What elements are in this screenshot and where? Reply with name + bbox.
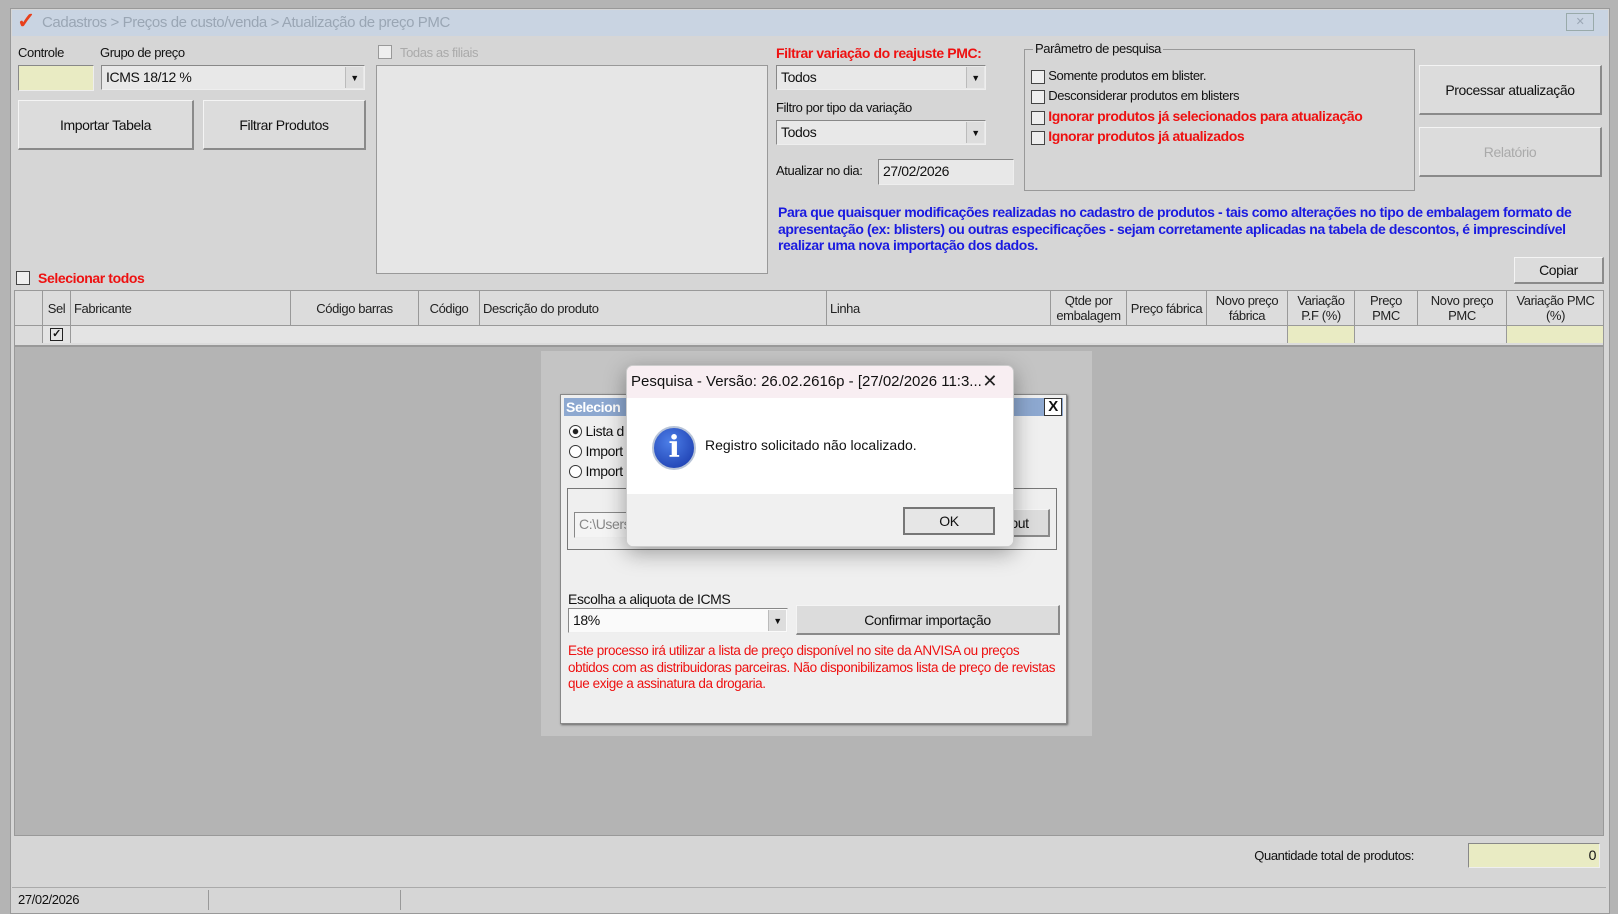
col-qtde[interactable]: Qtde por embalagem xyxy=(1051,291,1127,325)
atualizar-label: Atualizar no dia: xyxy=(776,163,863,178)
filtrar-produtos-button[interactable]: Filtrar Produtos xyxy=(203,100,366,150)
col-linha[interactable]: Linha xyxy=(827,291,1051,325)
col-codigo[interactable]: Código xyxy=(419,291,480,325)
checkbox[interactable] xyxy=(1031,130,1045,145)
icms-label: Escolha a aliquota de ICMS xyxy=(568,591,731,607)
atualizar-date-input[interactable]: 27/02/2026 xyxy=(878,159,1014,185)
chevron-down-icon: ▼ xyxy=(966,67,984,88)
radio-icon xyxy=(569,445,582,458)
radio-icon xyxy=(569,465,582,478)
divider xyxy=(208,890,209,910)
option-label: Ignorar produtos já selecionados para at… xyxy=(1048,108,1363,124)
option-label: Somente produtos em blister. xyxy=(1048,68,1207,83)
todas-filiais-label: Todas as filiais xyxy=(400,45,479,60)
row-header-cell xyxy=(15,325,43,343)
variacao-value: Todos xyxy=(781,69,817,85)
col-codigo-barras[interactable]: Código barras xyxy=(291,291,419,325)
radio-import-1[interactable]: Import xyxy=(569,443,623,459)
checkbox[interactable] xyxy=(1031,89,1045,104)
chevron-down-icon: ▼ xyxy=(345,67,363,88)
title-bar: ✓ Cadastros > Preços de custo/venda > At… xyxy=(12,8,1608,36)
variacao-label: Filtrar variação do reajuste PMC: xyxy=(776,45,982,61)
param-option-blister[interactable]: Somente produtos em blister. xyxy=(1031,68,1207,84)
cell-variacao-pf xyxy=(1288,325,1355,343)
filiais-list[interactable] xyxy=(376,65,768,274)
close-window-button[interactable]: ✕ xyxy=(1566,13,1594,31)
quantidade-label: Quantidade total de produtos: xyxy=(1254,848,1414,863)
radio-import-2[interactable]: Import xyxy=(569,463,623,479)
confirmar-importacao-button[interactable]: Confirmar importação xyxy=(796,605,1060,635)
col-sel[interactable]: Sel xyxy=(43,291,71,325)
relatorio-button[interactable]: Relatório xyxy=(1419,127,1602,177)
todas-filiais-checkbox[interactable] xyxy=(378,45,392,59)
footer: Quantidade total de produtos: 0 xyxy=(14,838,1604,882)
param-option-ignorar-selecionados[interactable]: Ignorar produtos já selecionados para at… xyxy=(1031,108,1363,125)
col-preco-pmc[interactable]: Preço PMC xyxy=(1355,291,1418,325)
radio-label: Import xyxy=(585,443,624,459)
option-label: Ignorar produtos já atualizados xyxy=(1048,128,1245,144)
col-variacao-pmc[interactable]: Variação PMC (%) xyxy=(1507,291,1604,325)
processar-button[interactable]: Processar atualização xyxy=(1419,65,1602,115)
message-box-title: Pesquisa - Versão: 26.02.2616p - [27/02/… xyxy=(627,366,1013,398)
copiar-button[interactable]: Copiar xyxy=(1514,257,1604,284)
status-bar: 27/02/2026 xyxy=(12,887,1606,911)
radio-selected-icon xyxy=(569,425,582,438)
col-novo-preco-fabrica[interactable]: Novo preço fábrica xyxy=(1207,291,1288,325)
col-novo-preco-pmc[interactable]: Novo preço PMC xyxy=(1418,291,1507,325)
sel-checkbox[interactable]: ✓ xyxy=(43,325,71,343)
controle-label: Controle xyxy=(18,45,64,60)
divider xyxy=(400,890,401,910)
param-option-desconsiderar[interactable]: Desconsiderar produtos em blisters xyxy=(1031,88,1240,104)
radio-label: Lista d xyxy=(585,423,625,439)
row-header xyxy=(15,291,43,325)
tipo-value: Todos xyxy=(781,124,817,140)
cell xyxy=(1355,325,1507,343)
col-variacao-pf[interactable]: Variação P.F (%) xyxy=(1288,291,1355,325)
parametro-group: Parâmetro de pesquisa Somente produtos e… xyxy=(1024,41,1415,191)
param-option-ignorar-atualizados[interactable]: Ignorar produtos já atualizados xyxy=(1031,128,1245,145)
selecionar-todos-checkbox[interactable] xyxy=(16,271,30,285)
import-dialog-close-button[interactable]: X xyxy=(1044,398,1062,416)
chevron-down-icon: ▼ xyxy=(966,122,984,143)
table-row[interactable] xyxy=(71,325,1288,343)
parametro-legend: Parâmetro de pesquisa xyxy=(1033,41,1164,56)
chevron-down-icon: ▼ xyxy=(768,610,786,631)
cell-variacao-pmc xyxy=(1507,325,1604,343)
info-icon: i xyxy=(652,426,696,470)
controle-input[interactable] xyxy=(18,65,94,91)
products-table: Sel Fabricante Código barras Código Desc… xyxy=(14,290,1604,346)
app-logo-icon: ✓ xyxy=(17,8,36,33)
import-warning: Este processo irá utilizar a lista de pr… xyxy=(568,643,1056,691)
close-icon[interactable]: ✕ xyxy=(982,371,997,392)
window-title: Cadastros > Preços de custo/venda > Atua… xyxy=(42,14,450,31)
col-fabricante[interactable]: Fabricante xyxy=(71,291,291,325)
icms-select[interactable]: 18% ▼ xyxy=(568,608,788,633)
message-text: Registro solicitado não localizado. xyxy=(705,437,917,453)
variacao-select[interactable]: Todos ▼ xyxy=(776,65,986,90)
selecionar-todos-label: Selecionar todos xyxy=(38,270,145,286)
tipo-select[interactable]: Todos ▼ xyxy=(776,120,986,145)
option-label: Desconsiderar produtos em blisters xyxy=(1048,88,1240,103)
radio-lista[interactable]: Lista d xyxy=(569,423,624,439)
status-date: 27/02/2026 xyxy=(18,892,80,907)
grupo-select[interactable]: ICMS 18/12 % ▼ xyxy=(101,65,365,90)
ok-button[interactable]: OK xyxy=(903,507,995,535)
grupo-value: ICMS 18/12 % xyxy=(106,69,192,85)
message-box: Pesquisa - Versão: 26.02.2616p - [27/02/… xyxy=(626,365,1014,547)
quantidade-value: 0 xyxy=(1468,843,1600,868)
checkbox[interactable] xyxy=(1031,110,1045,125)
radio-label: Import xyxy=(585,463,624,479)
notice-text: Para que quaisquer modificações realizad… xyxy=(778,204,1572,253)
grupo-label: Grupo de preço xyxy=(100,45,185,60)
icms-value: 18% xyxy=(573,612,600,628)
tipo-label: Filtro por tipo da variação xyxy=(776,100,912,115)
col-preco-fabrica[interactable]: Preço fábrica xyxy=(1127,291,1207,325)
col-descricao[interactable]: Descrição do produto xyxy=(480,291,827,325)
checkbox[interactable] xyxy=(1031,69,1045,84)
check-icon: ✓ xyxy=(50,328,63,341)
importar-tabela-button[interactable]: Importar Tabela xyxy=(18,100,194,150)
